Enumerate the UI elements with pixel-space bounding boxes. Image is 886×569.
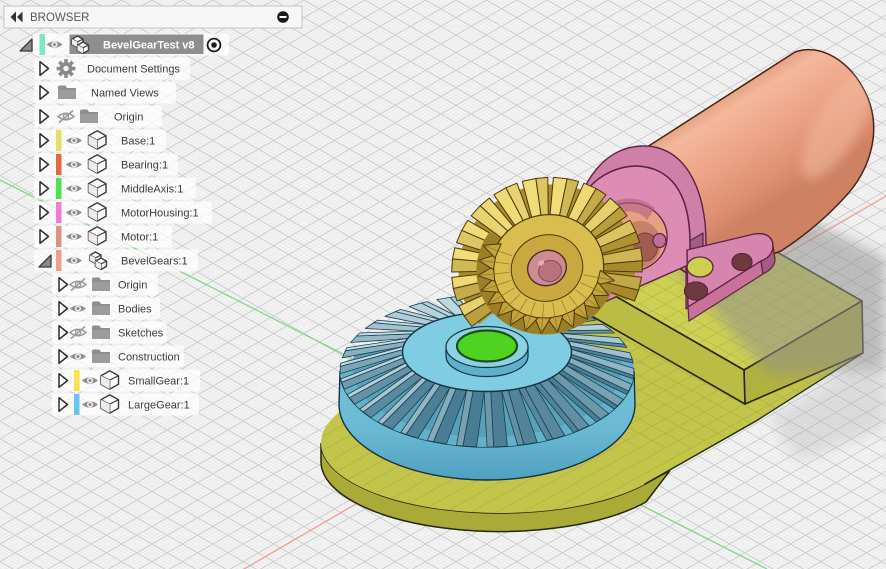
svg-text:SmallGear:1: SmallGear:1 [128,376,189,388]
svg-text:Document Settings: Document Settings [87,64,180,76]
svg-text:Sketches: Sketches [118,328,164,340]
svg-text:BROWSER: BROWSER [30,12,89,24]
svg-text:Bearing:1: Bearing:1 [121,160,168,172]
svg-text:LargeGear:1: LargeGear:1 [128,400,190,412]
svg-text:Named Views: Named Views [91,88,159,100]
svg-text:Motor:1: Motor:1 [121,232,158,244]
svg-text:BevelGearTest v8: BevelGearTest v8 [103,40,195,52]
svg-text:BevelGears:1: BevelGears:1 [121,256,188,268]
svg-text:Origin: Origin [114,112,143,124]
svg-text:MotorHousing:1: MotorHousing:1 [121,208,199,220]
svg-text:Bodies: Bodies [118,304,152,316]
svg-text:Origin: Origin [118,280,147,292]
svg-text:Base:1: Base:1 [121,136,155,148]
svg-text:MiddleAxis:1: MiddleAxis:1 [121,184,183,196]
svg-text:Construction: Construction [118,352,180,364]
